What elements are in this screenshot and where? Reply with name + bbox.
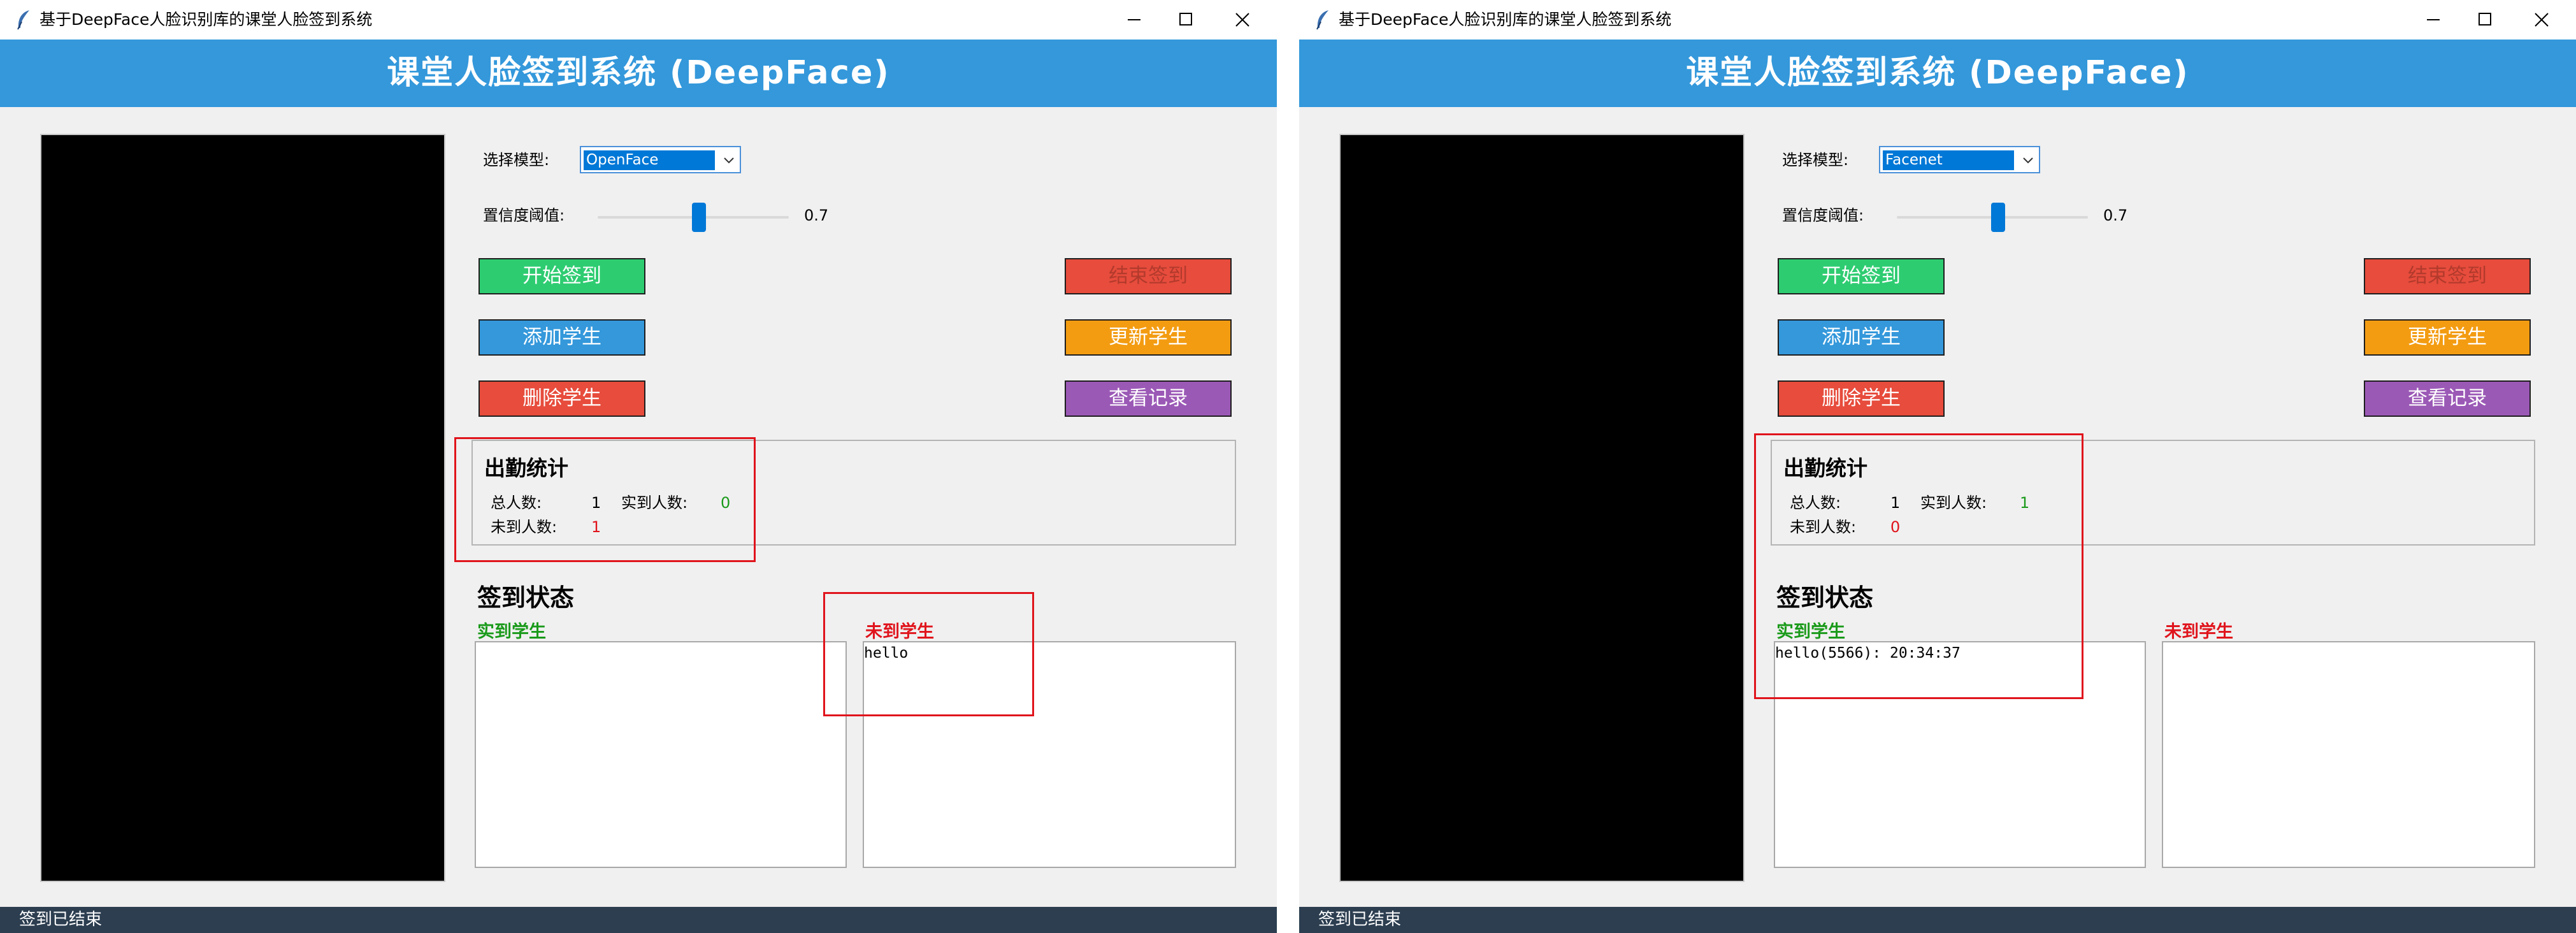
slider-thumb[interactable] [692, 203, 706, 232]
status-text: 签到已结束 [19, 910, 103, 929]
app-window-facenet: 基于DeepFace人脸识别库的课堂人脸签到系统 课堂人脸签到系统 (DeepF… [1299, 0, 2576, 933]
maximize-button[interactable] [2452, 5, 2516, 34]
threshold-value: 0.7 [2103, 206, 2128, 224]
update-student-button[interactable]: 更新学生 [1065, 319, 1232, 356]
close-button[interactable] [2510, 5, 2573, 34]
app-header: 课堂人脸签到系统 (DeepFace) [0, 40, 1277, 107]
absent-students-list[interactable] [2162, 641, 2535, 868]
view-records-button[interactable]: 查看记录 [1065, 380, 1232, 417]
status-bar: 签到已结束 [0, 907, 1277, 933]
window-title: 基于DeepFace人脸识别库的课堂人脸签到系统 [1339, 10, 1672, 29]
model-select[interactable]: OpenFace [580, 146, 741, 173]
close-button[interactable] [1211, 5, 1274, 34]
annotation-box-absent [823, 592, 1034, 716]
title-bar: 基于DeepFace人脸识别库的课堂人脸签到系统 [0, 0, 1277, 40]
threshold-slider[interactable] [1897, 203, 2088, 232]
checkin-status-title: 签到状态 [477, 584, 575, 612]
start-checkin-button[interactable]: 开始签到 [479, 258, 645, 294]
add-student-button[interactable]: 添加学生 [1778, 319, 1945, 356]
maximize-icon [2479, 13, 2491, 25]
threshold-label: 置信度阈值: [483, 206, 565, 224]
window-title: 基于DeepFace人脸识别库的课堂人脸签到系统 [40, 10, 373, 29]
present-list-label: 实到学生 [477, 622, 546, 642]
absent-list-label: 未到学生 [2164, 622, 2233, 642]
maximize-icon [1179, 13, 1192, 25]
add-student-button[interactable]: 添加学生 [479, 319, 645, 356]
update-student-button[interactable]: 更新学生 [2364, 319, 2531, 356]
close-icon [2535, 13, 2549, 27]
annotation-box-stats [454, 437, 756, 562]
slider-thumb[interactable] [1991, 203, 2005, 232]
minimize-icon [1128, 19, 1140, 20]
status-bar: 签到已结束 [1299, 907, 2576, 933]
stop-checkin-button[interactable]: 结束签到 [2364, 258, 2531, 294]
status-text: 签到已结束 [1318, 910, 1402, 929]
app-window-openface: 基于DeepFace人脸识别库的课堂人脸签到系统 课堂人脸签到系统 (DeepF… [0, 0, 1277, 933]
model-label: 选择模型: [483, 151, 550, 169]
delete-student-button[interactable]: 删除学生 [479, 380, 645, 417]
threshold-slider[interactable] [598, 203, 789, 232]
feather-icon [14, 9, 33, 31]
chevron-down-icon [724, 157, 734, 164]
model-label: 选择模型: [1782, 151, 1849, 169]
present-students-list[interactable] [475, 641, 847, 868]
maximize-button[interactable] [1153, 5, 1217, 34]
chevron-down-icon [2023, 157, 2033, 164]
stop-checkin-button[interactable]: 结束签到 [1065, 258, 1232, 294]
annotation-box-present [1754, 433, 2083, 699]
minimize-icon [2427, 19, 2440, 20]
threshold-value: 0.7 [804, 206, 829, 224]
app-header: 课堂人脸签到系统 (DeepFace) [1299, 40, 2576, 107]
threshold-label: 置信度阈值: [1782, 206, 1864, 224]
model-select-value: OpenFace [584, 150, 715, 170]
feather-icon [1313, 9, 1332, 31]
camera-preview [1339, 134, 1745, 882]
model-select-value: Facenet [1883, 150, 2014, 170]
camera-preview [40, 134, 445, 882]
delete-student-button[interactable]: 删除学生 [1778, 380, 1945, 417]
view-records-button[interactable]: 查看记录 [2364, 380, 2531, 417]
model-select[interactable]: Facenet [1879, 146, 2040, 173]
title-bar: 基于DeepFace人脸识别库的课堂人脸签到系统 [1299, 0, 2576, 40]
close-icon [1235, 13, 1249, 27]
start-checkin-button[interactable]: 开始签到 [1778, 258, 1945, 294]
